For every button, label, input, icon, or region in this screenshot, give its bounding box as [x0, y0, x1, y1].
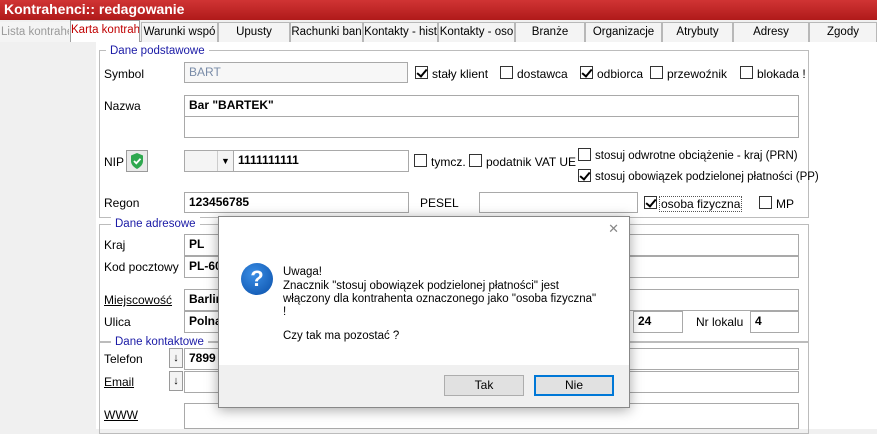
staly-klient-checkbox[interactable] — [415, 66, 428, 79]
nazwa-field-2[interactable] — [184, 116, 799, 138]
basic-data-title: Dane podstawowe — [106, 44, 209, 58]
odbiorca-checkbox[interactable] — [580, 66, 593, 79]
tab-organizacje[interactable]: Organizacje — [585, 22, 662, 42]
miejscowosc-label[interactable]: Miejscowość — [104, 293, 172, 307]
regon-label: Regon — [104, 196, 140, 210]
dialog-question: Czy tak ma pozostać ? — [283, 330, 400, 342]
tak-button[interactable]: Tak — [444, 375, 524, 396]
window-title: Kontrahenci:: redagowanie — [0, 0, 877, 20]
nip-prefix-combo[interactable]: ▼ — [184, 150, 234, 172]
dostawca-checkbox[interactable] — [500, 66, 513, 79]
nie-button[interactable]: Nie — [534, 375, 614, 396]
przewoznik-label: przewoźnik — [667, 67, 728, 81]
tab-upusty[interactable]: Upusty — [218, 22, 290, 42]
arrow-down-icon[interactable]: ↓ — [169, 371, 183, 391]
shield-check-icon[interactable] — [126, 150, 148, 172]
kraj-label: Kraj — [104, 238, 126, 252]
www-label[interactable]: WWW — [104, 408, 138, 422]
kod-pocztowy-label: Kod pocztowy — [104, 260, 179, 274]
tab-branze[interactable]: Branże — [515, 22, 585, 42]
pesel-label: PESEL — [420, 196, 459, 210]
warning-dialog: ✕ ? Uwaga! Znacznik "stosuj obowiązek po… — [218, 216, 630, 408]
tab-bar: Lista kontrahe Karta kontrahe Warunki ws… — [0, 20, 877, 42]
mp-checkbox[interactable] — [759, 196, 772, 209]
tab-kontakty-osoby[interactable]: Kontakty - oso — [438, 22, 515, 42]
tab-warunki-wspolpracy[interactable]: Warunki wspó — [141, 22, 218, 42]
email-label[interactable]: Email — [104, 375, 134, 389]
question-icon: ? — [241, 263, 273, 295]
nazwa-label: Nazwa — [104, 99, 141, 113]
dialog-line-2: Znacznik "stosuj obowiązek podzielonej p… — [283, 280, 560, 292]
chevron-down-icon[interactable]: ▼ — [217, 151, 233, 171]
tab-lista-kontrahentow: Lista kontrahe — [0, 22, 70, 42]
regon-field[interactable]: 123456785 — [184, 192, 409, 213]
pesel-field[interactable] — [479, 192, 638, 213]
przewoznik-checkbox[interactable] — [650, 66, 663, 79]
podatnik-vat-ue-label: podatnik VAT UE — [486, 155, 577, 169]
staly-klient-label: stały klient — [432, 67, 489, 81]
symbol-label: Symbol — [104, 67, 145, 81]
mp-label: MP — [776, 197, 794, 211]
tab-kontakty-historia[interactable]: Kontakty - hist — [363, 22, 438, 42]
telefon-label: Telefon — [104, 352, 143, 366]
symbol-field[interactable]: BART — [184, 62, 408, 83]
address-title: Dane adresowe — [111, 217, 200, 231]
osoba-fizyczna-checkbox[interactable] — [644, 196, 657, 209]
dialog-line-3: włączony dla kontrahenta oznaczonego jak… — [283, 293, 597, 305]
nr-domu-field[interactable]: 24 — [633, 311, 683, 333]
osoba-fizyczna-label: osoba fizyczna — [659, 196, 743, 212]
nip-field[interactable]: 1111111111 — [233, 150, 409, 172]
contact-title: Dane kontaktowe — [111, 335, 208, 349]
nazwa-field[interactable]: Bar "BARTEK" — [184, 95, 799, 117]
tab-zgody[interactable]: Zgody — [809, 22, 877, 42]
dialog-line-1: Uwaga! — [283, 266, 322, 278]
dostawca-label: dostawca — [517, 67, 568, 81]
odbiorca-label: odbiorca — [597, 67, 644, 81]
prn-label: stosuj odwrotne obciążenie - kraj (PRN) — [595, 150, 798, 162]
tab-rachunki-bankowe[interactable]: Rachunki ban — [290, 22, 363, 42]
blokada-checkbox[interactable] — [740, 66, 753, 79]
pp-checkbox[interactable] — [578, 169, 591, 182]
shield-check-glyph — [131, 153, 143, 169]
ulica-label: Ulica — [104, 315, 131, 329]
podatnik-vat-ue-checkbox[interactable] — [469, 154, 482, 167]
dialog-line-4: ! — [283, 306, 287, 318]
tymcz-label: tymcz. — [431, 155, 466, 169]
tab-atrybuty[interactable]: Atrybuty — [662, 22, 733, 42]
arrow-down-icon[interactable]: ↓ — [169, 348, 183, 368]
tymcz-checkbox[interactable] — [414, 154, 427, 167]
nip-label: NIP — [104, 155, 125, 169]
nr-lokalu-label: Nr lokalu — [696, 315, 744, 329]
tab-karta-kontrahenta[interactable]: Karta kontrahe — [70, 20, 140, 42]
nr-lokalu-field[interactable]: 4 — [750, 311, 799, 333]
blokada-label: blokada ! — [757, 67, 806, 81]
prn-checkbox[interactable] — [578, 148, 591, 161]
close-icon[interactable]: ✕ — [608, 221, 619, 237]
pp-label: stosuj obowiązek podzielonej płatności (… — [595, 171, 819, 183]
tab-adresy[interactable]: Adresy — [733, 22, 809, 42]
dialog-footer: Tak Nie — [219, 365, 629, 407]
